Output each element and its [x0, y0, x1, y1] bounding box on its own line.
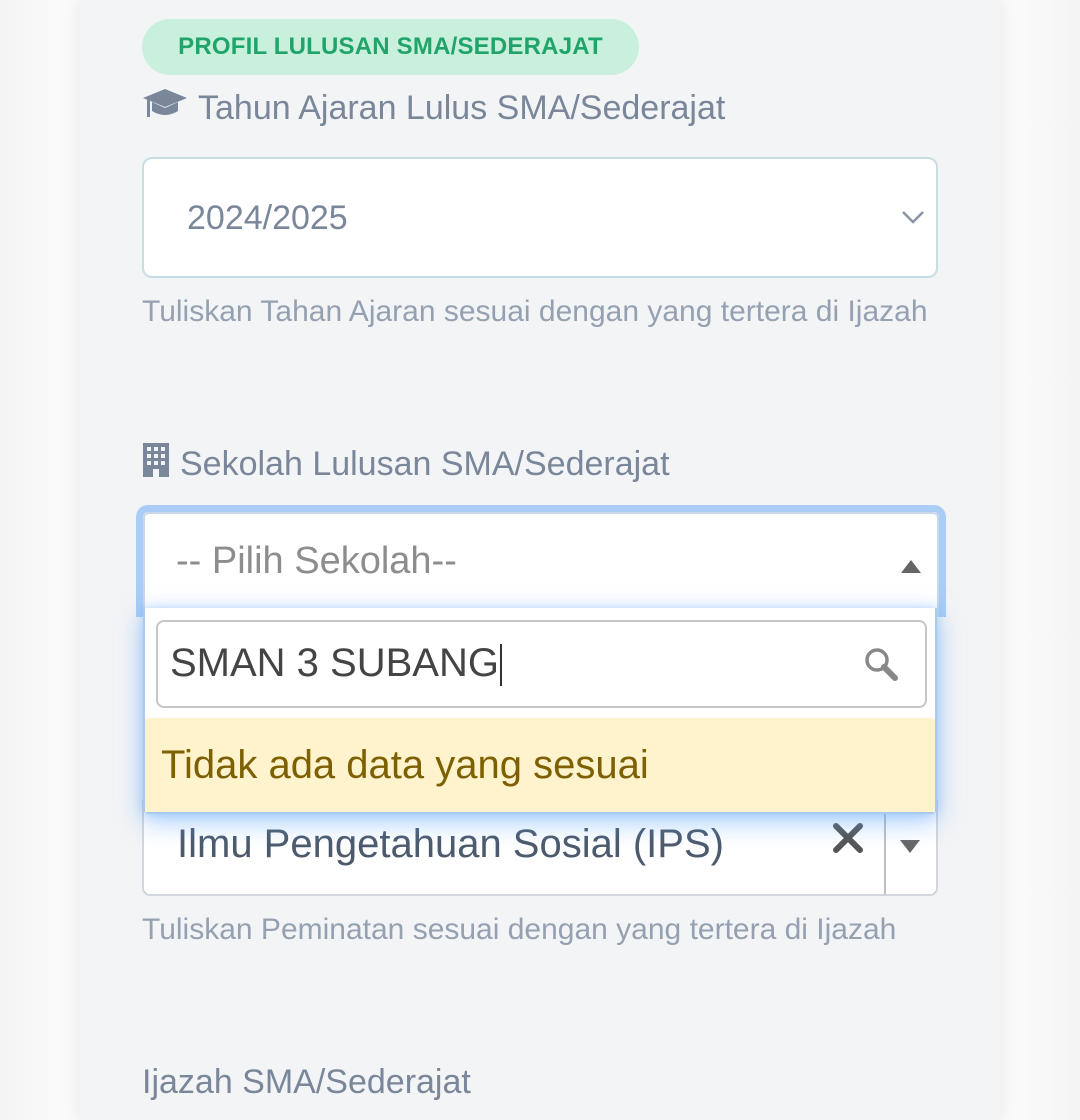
- sekolah-placeholder: -- Pilih Sekolah--: [176, 540, 457, 582]
- sekolah-label: Sekolah Lulusan SMA/Sederajat: [142, 442, 670, 486]
- chevron-down-icon: [900, 209, 926, 230]
- caret-down-icon[interactable]: [900, 840, 920, 859]
- tahun-ajaran-help: Tuliskan Tahan Ajaran sesuai dengan yang…: [142, 295, 928, 328]
- tahun-ajaran-label: Tahun Ajaran Lulus SMA/Sederajat: [142, 86, 725, 130]
- ijazah-label: Ijazah SMA/Sederajat: [142, 1062, 471, 1101]
- tahun-ajaran-value: 2024/2025: [187, 199, 348, 237]
- peminatan-help: Tuliskan Peminatan sesuai dengan yang te…: [142, 913, 897, 946]
- section-badge: PROFIL LULUSAN SMA/SEDERAJAT: [142, 19, 639, 75]
- peminatan-value: Ilmu Pengetahuan Sosial (IPS): [177, 822, 724, 866]
- tahun-ajaran-label-text: Tahun Ajaran Lulus SMA/Sederajat: [198, 88, 726, 127]
- peminatan-select[interactable]: Ilmu Pengetahuan Sosial (IPS): [142, 800, 938, 896]
- sekolah-dropdown: SMAN 3 SUBANG Tidak ada data yang sesuai: [143, 608, 937, 814]
- building-icon: [142, 442, 170, 487]
- sekolah-select[interactable]: -- Pilih Sekolah--: [136, 505, 946, 617]
- clear-icon[interactable]: [830, 818, 866, 858]
- graduation-cap-icon: [142, 87, 188, 130]
- text-cursor: [499, 644, 502, 687]
- select-divider: [884, 800, 886, 894]
- sekolah-label-text: Sekolah Lulusan SMA/Sederajat: [180, 444, 670, 483]
- page: PROFIL LULUSAN SMA/SEDERAJAT Tahun Ajara…: [0, 0, 1080, 1120]
- search-text: SMAN 3 SUBANG: [170, 641, 502, 687]
- search-icon: [863, 646, 899, 687]
- sekolah-search-input[interactable]: SMAN 3 SUBANG: [156, 620, 927, 708]
- caret-up-icon[interactable]: [901, 559, 921, 578]
- sekolah-select-inner: -- Pilih Sekolah--: [143, 512, 939, 617]
- tahun-ajaran-select[interactable]: 2024/2025: [142, 157, 938, 278]
- no-result-message: Tidak ada data yang sesuai: [145, 718, 935, 812]
